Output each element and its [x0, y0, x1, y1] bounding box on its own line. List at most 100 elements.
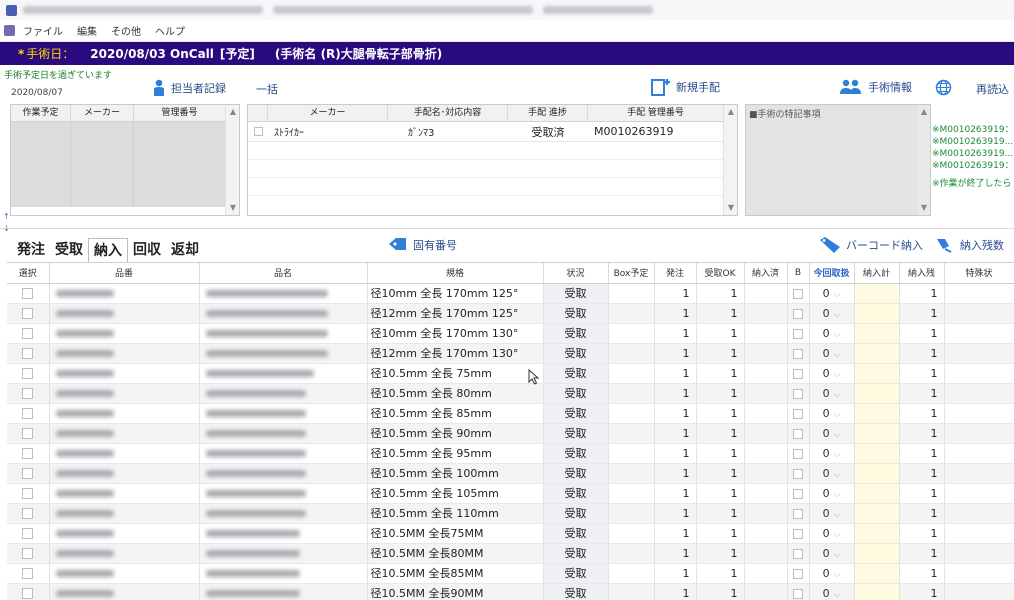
row-select-checkbox[interactable] — [22, 548, 34, 559]
surgery-info-button[interactable]: 手術情報 — [839, 79, 912, 95]
current-handling-select[interactable]: 0 ⌵ — [809, 543, 855, 564]
b-checkbox[interactable] — [793, 308, 803, 319]
b-checkbox[interactable] — [793, 428, 803, 439]
col-product-name[interactable]: 品名 — [199, 263, 368, 284]
table-row[interactable]: 径10.5MM 全長85MM 受取 1 1 0 ⌵ 1 — [7, 563, 1014, 584]
work-grid-scrollbar[interactable]: ▲ ▼ — [225, 105, 239, 215]
b-checkbox[interactable] — [793, 488, 803, 499]
row-select-checkbox[interactable] — [22, 588, 34, 599]
table-row[interactable]: 径10.5mm 全長 85mm 受取 1 1 0 ⌵ 1 — [7, 403, 1014, 424]
b-cell[interactable] — [787, 523, 810, 544]
col-delivered[interactable]: 納入済 — [744, 263, 788, 284]
col-spec[interactable]: 規格 — [367, 263, 544, 284]
b-cell[interactable] — [787, 383, 810, 404]
table-row[interactable]: 径10.5MM 全長90MM 受取 1 1 0 ⌵ 1 — [7, 583, 1014, 600]
b-checkbox[interactable] — [793, 568, 803, 579]
b-cell[interactable] — [787, 303, 810, 324]
row-select-cell[interactable] — [7, 283, 50, 304]
row-select-checkbox[interactable] — [22, 448, 34, 459]
b-checkbox[interactable] — [793, 448, 803, 459]
row-select-cell[interactable] — [7, 463, 50, 484]
col-special-status[interactable]: 特殊状 — [944, 263, 1014, 284]
b-cell[interactable] — [787, 323, 810, 344]
row-select-checkbox[interactable] — [22, 408, 34, 419]
row-select-cell[interactable] — [7, 403, 50, 424]
col-order[interactable]: 発注 — [654, 263, 697, 284]
b-cell[interactable] — [787, 343, 810, 364]
b-cell[interactable] — [787, 443, 810, 464]
b-checkbox[interactable] — [793, 368, 803, 379]
current-handling-select[interactable]: 0 ⌵ — [809, 423, 855, 444]
row-select-checkbox[interactable] — [22, 388, 34, 399]
table-row[interactable]: 径10.5mm 全長 75mm 受取 1 1 0 ⌵ 1 — [7, 363, 1014, 384]
row-select-checkbox[interactable] — [22, 368, 34, 379]
b-cell[interactable] — [787, 463, 810, 484]
table-row[interactable]: 径10.5mm 全長 110mm 受取 1 1 0 ⌵ 1 — [7, 503, 1014, 524]
b-checkbox[interactable] — [793, 348, 803, 359]
menu-other[interactable]: その他 — [109, 22, 143, 39]
b-checkbox[interactable] — [793, 388, 803, 399]
row-select-checkbox[interactable] — [22, 308, 34, 319]
row-select-checkbox[interactable] — [22, 528, 34, 539]
row-select-cell[interactable] — [7, 523, 50, 544]
row-select-checkbox[interactable] — [22, 468, 34, 479]
b-checkbox[interactable] — [793, 328, 803, 339]
menu-file[interactable]: ファイル — [21, 22, 65, 39]
row-select-checkbox[interactable] — [22, 288, 34, 299]
order-grid-scrollbar[interactable]: ▲ ▼ — [723, 105, 737, 215]
b-checkbox[interactable] — [793, 288, 803, 299]
current-handling-select[interactable]: 0 ⌵ — [809, 403, 855, 424]
current-handling-select[interactable]: 0 ⌵ — [809, 483, 855, 504]
new-order-button[interactable]: 新規手配 — [651, 78, 720, 96]
current-handling-select[interactable]: 0 ⌵ — [809, 463, 855, 484]
row-select-cell[interactable] — [7, 543, 50, 564]
table-row[interactable]: 径10.5mm 全長 95mm 受取 1 1 0 ⌵ 1 — [7, 443, 1014, 464]
staff-record-button[interactable]: 担当者記録 — [152, 79, 226, 96]
tab-delivery[interactable]: 納入 — [88, 238, 128, 262]
table-row[interactable]: 径10.5mm 全長 105mm 受取 1 1 0 ⌵ 1 — [7, 483, 1014, 504]
b-cell[interactable] — [787, 503, 810, 524]
col-current-handling[interactable]: 今回取扱 — [809, 263, 855, 284]
col-part-no[interactable]: 品番 — [49, 263, 200, 284]
b-checkbox[interactable] — [793, 528, 803, 539]
b-checkbox[interactable] — [793, 588, 803, 599]
table-row[interactable]: 径10.5mm 全長 90mm 受取 1 1 0 ⌵ 1 — [7, 423, 1014, 444]
current-handling-select[interactable]: 0 ⌵ — [809, 583, 855, 600]
menu-help[interactable]: ヘルプ — [153, 22, 187, 39]
order-row-checkbox[interactable] — [253, 126, 263, 136]
b-cell[interactable] — [787, 363, 810, 384]
b-cell[interactable] — [787, 283, 810, 304]
bulk-button[interactable]: 一括 — [256, 81, 278, 97]
row-select-cell[interactable] — [7, 343, 50, 364]
col-b[interactable]: B — [787, 263, 810, 284]
notes-scrollbar[interactable]: ▲ ▼ — [916, 105, 930, 215]
row-select-cell[interactable] — [7, 303, 50, 324]
row-select-checkbox[interactable] — [22, 488, 34, 499]
table-row[interactable]: 径12mm 全長 170mm 125° 受取 1 1 0 ⌵ 1 — [7, 303, 1014, 324]
col-delivery-remaining[interactable]: 納入残 — [899, 263, 945, 284]
row-select-cell[interactable] — [7, 363, 50, 384]
current-handling-select[interactable]: 0 ⌵ — [809, 503, 855, 524]
b-checkbox[interactable] — [793, 508, 803, 519]
current-handling-select[interactable]: 0 ⌵ — [809, 323, 855, 344]
col-delivery-total[interactable]: 納入計 — [854, 263, 900, 284]
current-handling-select[interactable]: 0 ⌵ — [809, 283, 855, 304]
col-select[interactable]: 選択 — [7, 263, 50, 284]
current-handling-select[interactable]: 0 ⌵ — [809, 443, 855, 464]
current-handling-select[interactable]: 0 ⌵ — [809, 523, 855, 544]
col-status[interactable]: 状況 — [543, 263, 609, 284]
row-select-checkbox[interactable] — [22, 428, 34, 439]
row-select-cell[interactable] — [7, 583, 50, 600]
reload-button[interactable]: 再読込 — [976, 81, 1009, 97]
table-row[interactable]: 径10mm 全長 170mm 130° 受取 1 1 0 ⌵ 1 — [7, 323, 1014, 344]
current-handling-select[interactable]: 0 ⌵ — [809, 363, 855, 384]
col-box-plan[interactable]: Box予定 — [608, 263, 655, 284]
row-select-checkbox[interactable] — [22, 348, 34, 359]
app-menu-icon[interactable] — [4, 25, 15, 36]
row-select-cell[interactable] — [7, 443, 50, 464]
table-row[interactable]: 径10.5mm 全長 80mm 受取 1 1 0 ⌵ 1 — [7, 383, 1014, 404]
row-select-cell[interactable] — [7, 563, 50, 584]
barcode-delivery-button[interactable]: バーコード納入 — [819, 237, 923, 253]
b-cell[interactable] — [787, 563, 810, 584]
col-recv-ok[interactable]: 受取OK — [696, 263, 745, 284]
